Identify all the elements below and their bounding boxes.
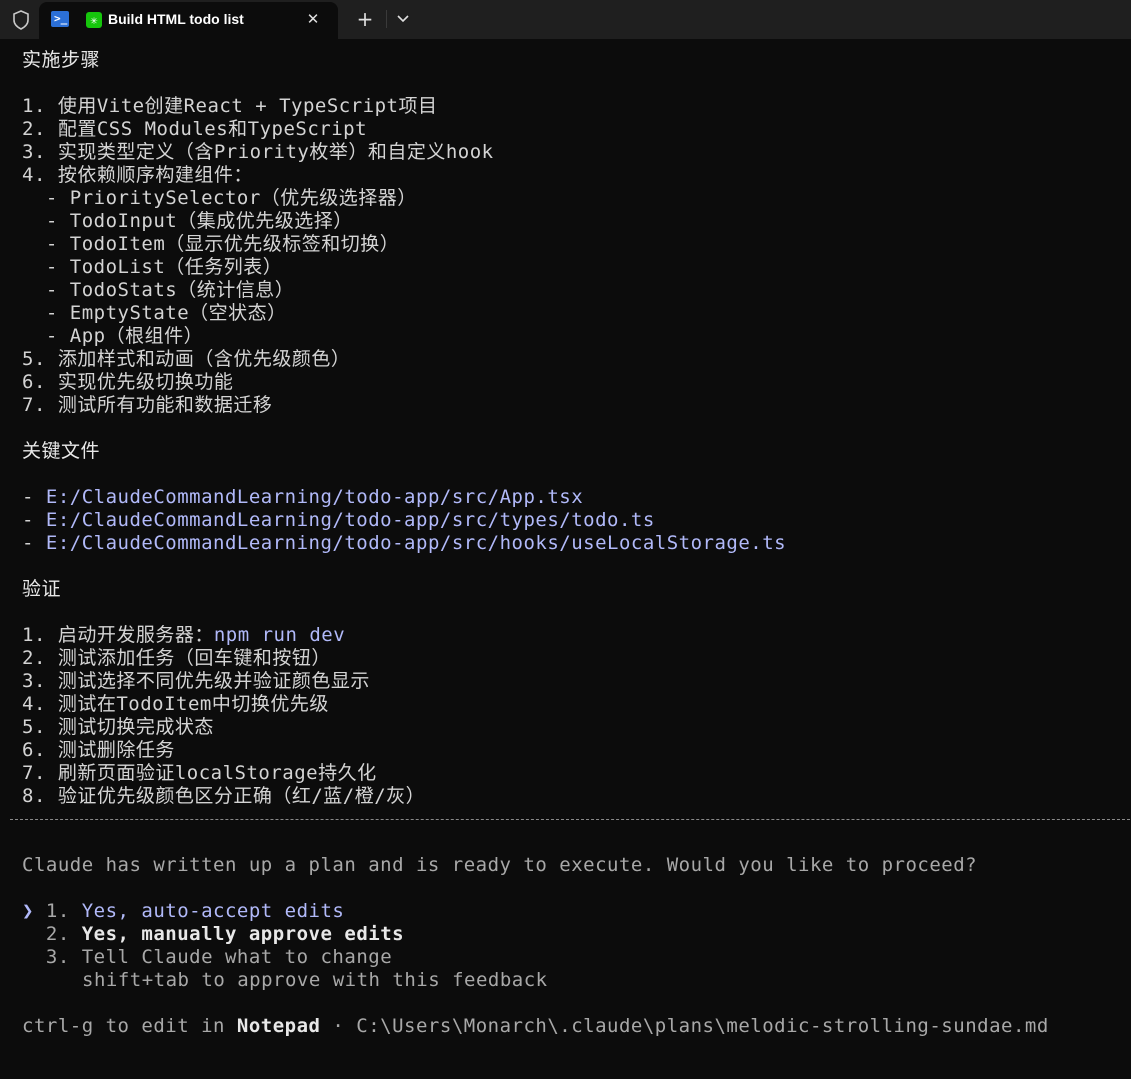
plan-step: 3. 实现类型定义（含Priority枚举）和自定义hook <box>22 141 494 163</box>
plan-step: 2. 配置CSS Modules和TypeScript <box>22 118 368 140</box>
file-path-link[interactable]: E:/ClaudeCommandLearning/todo-app/src/ho… <box>46 532 786 554</box>
powershell-icon: >_ <box>51 11 69 27</box>
option-hint: shift+tab to approve with this feedback <box>82 969 548 991</box>
tab-title: Build HTML todo list <box>108 11 244 27</box>
plan-file-path: · C:\Users\Monarch\.claude\plans\melodic… <box>320 1015 1049 1037</box>
file-list-item: - E:/ClaudeCommandLearning/todo-app/src/… <box>22 509 655 532</box>
plan-step: 1. 使用Vite创建React + TypeScript项目 <box>22 95 438 117</box>
plan-substep: - TodoList（任务列表） <box>22 256 283 278</box>
option-number: 1. <box>45 900 82 922</box>
verify-step: 3. 测试选择不同优先级并验证颜色显示 <box>22 670 370 692</box>
verify-step: 4. 测试在TodoItem中切换优先级 <box>22 693 329 715</box>
footer-prefix: ctrl-g to edit in <box>22 1015 237 1037</box>
chevron-down-icon[interactable] <box>392 8 414 30</box>
file-bullet: - <box>22 509 46 531</box>
verify-step: 7. 刷新页面验证localStorage持久化 <box>22 762 377 784</box>
plan-substep: - App（根组件） <box>22 325 204 347</box>
file-path-link[interactable]: E:/ClaudeCommandLearning/todo-app/src/Ap… <box>46 486 583 508</box>
verify-step: 5. 测试切换完成状态 <box>22 716 214 738</box>
proceed-question: Claude has written up a plan and is read… <box>22 854 978 876</box>
file-list-item: - E:/ClaudeCommandLearning/todo-app/src/… <box>22 532 786 555</box>
plan-step: 4. 按依赖顺序构建组件： <box>22 164 253 186</box>
option-tell-claude[interactable]: 3. Tell Claude what to change <box>22 946 392 969</box>
option-yes-manual[interactable]: 2. Yes, manually approve edits <box>22 923 404 946</box>
tab-divider <box>386 10 387 28</box>
verify-step-text: 1. 启动开发服务器： <box>22 624 214 646</box>
terminal-tab[interactable]: >_ ✳ Build HTML todo list ✕ <box>39 2 338 39</box>
plan-step: 6. 实现优先级切换功能 <box>22 371 234 393</box>
title-bar: >_ ✳ Build HTML todo list ✕ + <box>0 0 1131 39</box>
plan-substep: - PrioritySelector（优先级选择器） <box>22 187 417 209</box>
steps-heading: 实施步骤 <box>22 49 101 71</box>
editor-name: Notepad <box>236 1015 321 1037</box>
files-heading: 关键文件 <box>22 440 101 462</box>
shield-icon <box>10 9 32 31</box>
close-icon[interactable]: ✕ <box>302 8 324 30</box>
claude-icon: ✳ <box>86 12 102 28</box>
verify-heading: 验证 <box>22 578 62 600</box>
plan-substep: - EmptyState（空状态） <box>22 302 287 324</box>
verify-step: 2. 测试添加任务（回车键和按钮） <box>22 647 331 669</box>
plan-step: 7. 测试所有功能和数据迁移 <box>22 394 273 416</box>
terminal-output[interactable]: 实施步骤 1. 使用Vite创建React + TypeScript项目 2. … <box>0 39 1131 1079</box>
verify-step: 6. 测试删除任务 <box>22 739 175 761</box>
option-number: 2. <box>45 923 82 945</box>
file-bullet: - <box>22 486 46 508</box>
option-label: Tell Claude what to change <box>81 946 393 968</box>
verify-step: 8. 验证优先级颜色区分正确（红/蓝/橙/灰） <box>22 785 426 807</box>
plan-substep: - TodoStats（统计信息） <box>22 279 295 301</box>
option-label: Yes, manually approve edits <box>81 923 405 945</box>
selection-pointer-icon: ❯ <box>22 900 46 922</box>
option-number: 3. <box>45 946 82 968</box>
plan-step: 5. 添加样式和动画（含优先级颜色） <box>22 348 351 370</box>
footer-hint: ctrl-g to edit in Notepad · C:\Users\Mon… <box>22 1015 1049 1038</box>
option-label: Yes, auto-accept edits <box>81 900 345 922</box>
plus-icon[interactable]: + <box>354 7 376 31</box>
command-text: npm run dev <box>213 624 346 646</box>
verify-step: 1. 启动开发服务器：npm run dev <box>22 624 345 647</box>
file-list-item: - E:/ClaudeCommandLearning/todo-app/src/… <box>22 486 583 509</box>
file-path-link[interactable]: E:/ClaudeCommandLearning/todo-app/src/ty… <box>46 509 655 531</box>
section-divider <box>10 819 1130 820</box>
plan-substep: - TodoItem（显示优先级标签和切换） <box>22 233 400 255</box>
option-yes-auto-accept[interactable]: ❯ 1. Yes, auto-accept edits <box>22 900 344 923</box>
file-bullet: - <box>22 532 46 554</box>
plan-substep: - TodoInput（集成优先级选择） <box>22 210 353 232</box>
